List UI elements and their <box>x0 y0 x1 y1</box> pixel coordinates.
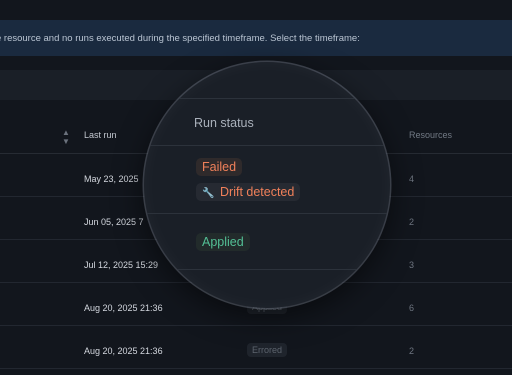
drift-label: Drift detected <box>220 185 295 199</box>
divider <box>144 213 390 214</box>
status-badge-applied: Applied <box>196 233 250 251</box>
resources-count: 6 <box>409 303 415 313</box>
resources-count: 3 <box>409 260 415 270</box>
resources-count: 2 <box>409 217 415 227</box>
divider <box>144 269 390 270</box>
divider <box>144 145 390 146</box>
column-header-last-run[interactable]: Last run <box>84 130 117 140</box>
resources-count: 4 <box>409 174 415 184</box>
wrench-icon: 🔧 <box>202 188 215 199</box>
status-badge: Errored <box>247 343 288 357</box>
table-row[interactable]: Aug 20, 2025 21:36 Errored 2 <box>0 326 512 369</box>
run-status-magnifier: Run status Failed 🔧 Drift detected Applie… <box>144 62 390 308</box>
last-run-date: May 23, 2025 <box>84 174 139 184</box>
banner-text: e resource and no runs executed during t… <box>0 32 360 44</box>
resources-count: 2 <box>409 346 415 356</box>
sort-arrows-icon[interactable]: ▲ ▼ <box>62 128 70 146</box>
column-header-resources[interactable]: Resources <box>409 130 452 140</box>
status-badge-drift: 🔧 Drift detected <box>196 183 301 201</box>
status-badge-failed: Failed <box>196 158 243 176</box>
last-run-date: Aug 20, 2025 21:36 <box>84 303 163 313</box>
last-run-date: Jun 05, 2025 7 <box>84 217 144 227</box>
info-banner: e resource and no runs executed during t… <box>0 20 512 56</box>
last-run-date: Aug 20, 2025 21:36 <box>84 346 163 356</box>
divider <box>144 98 390 99</box>
column-header-run-status[interactable]: Run status <box>194 116 254 130</box>
